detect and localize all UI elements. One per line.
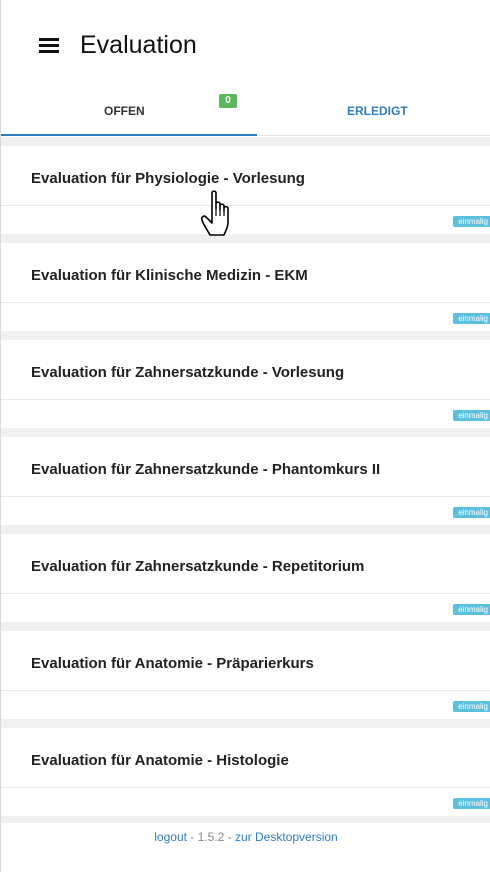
evaluation-list: Evaluation für Physiologie - Vorlesung e… <box>1 137 490 834</box>
list-gap <box>1 234 490 243</box>
evaluation-meta: einmalig <box>1 400 490 428</box>
list-item[interactable]: Evaluation für Zahnersatzkunde - Repetit… <box>1 534 490 622</box>
frequency-tag: einmalig <box>453 701 490 712</box>
evaluation-meta: einmalig <box>1 497 490 525</box>
frequency-tag: einmalig <box>453 216 490 227</box>
evaluation-meta: einmalig <box>1 303 490 331</box>
frequency-tag: einmalig <box>453 798 490 809</box>
footer: logout - 1.5.2 - zur Desktopversion <box>1 823 490 872</box>
evaluation-title: Evaluation für Zahnersatzkunde - Vorlesu… <box>1 340 490 400</box>
frequency-tag: einmalig <box>453 410 490 421</box>
frequency-tag: einmalig <box>453 507 490 518</box>
evaluation-title: Evaluation für Klinische Medizin - EKM <box>1 243 490 303</box>
open-count-badge: 0 <box>219 94 237 108</box>
footer-separator: - <box>224 830 236 844</box>
footer-links: logout - 1.5.2 - zur Desktopversion <box>1 830 490 844</box>
version-label: 1.5.2 <box>197 830 225 844</box>
desktop-version-link[interactable]: zur Desktopversion <box>235 830 338 844</box>
evaluation-title: Evaluation für Zahnersatzkunde - Repetit… <box>1 534 490 594</box>
list-item[interactable]: Evaluation für Anatomie - Präparierkurs … <box>1 631 490 719</box>
app-header: Evaluation <box>1 0 490 90</box>
app-frame: Evaluation OFFEN 0 ERLEDIGT Evaluation f… <box>0 0 490 872</box>
list-gap <box>1 137 490 146</box>
list-gap <box>1 719 490 728</box>
frequency-tag: einmalig <box>453 313 490 324</box>
list-item[interactable]: Evaluation für Klinische Medizin - EKM e… <box>1 243 490 331</box>
frequency-tag: einmalig <box>453 604 490 615</box>
pointer-hand-icon <box>201 190 229 236</box>
list-item[interactable]: Evaluation für Zahnersatzkunde - Phantom… <box>1 437 490 525</box>
tab-done-label: ERLEDIGT <box>347 104 408 118</box>
evaluation-title: Evaluation für Anatomie - Präparierkurs <box>1 631 490 691</box>
evaluation-meta: einmalig <box>1 691 490 719</box>
footer-separator: - <box>186 830 198 844</box>
evaluation-meta: einmalig <box>1 594 490 622</box>
evaluation-title: Evaluation für Zahnersatzkunde - Phantom… <box>1 437 490 497</box>
hamburger-menu-icon[interactable] <box>39 38 59 54</box>
list-item[interactable]: Evaluation für Zahnersatzkunde - Vorlesu… <box>1 340 490 428</box>
list-gap <box>1 331 490 340</box>
evaluation-meta: einmalig <box>1 206 490 234</box>
list-gap <box>1 525 490 534</box>
evaluation-title: Evaluation für Anatomie - Histologie <box>1 728 490 788</box>
evaluation-title: Evaluation für Physiologie - Vorlesung <box>1 146 490 206</box>
tab-open-label: OFFEN <box>104 104 145 118</box>
tab-bar: OFFEN 0 ERLEDIGT <box>1 90 490 136</box>
tab-done[interactable]: ERLEDIGT <box>257 90 490 136</box>
list-gap <box>1 622 490 631</box>
list-item[interactable]: Evaluation für Anatomie - Histologie ein… <box>1 728 490 816</box>
page-title: Evaluation <box>80 31 197 59</box>
tab-open[interactable]: OFFEN 0 <box>1 90 257 136</box>
logout-link[interactable]: logout <box>154 830 187 844</box>
evaluation-meta: einmalig <box>1 788 490 816</box>
list-gap <box>1 428 490 437</box>
list-item[interactable]: Evaluation für Physiologie - Vorlesung e… <box>1 146 490 234</box>
